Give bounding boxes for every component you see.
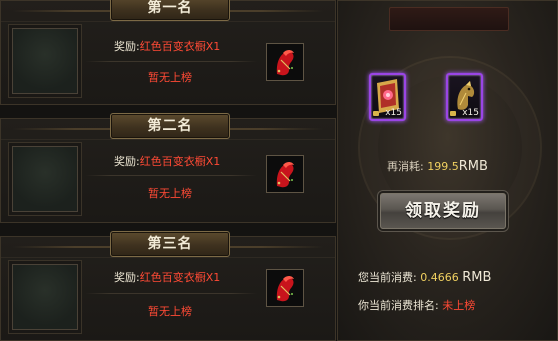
- current-spend: 您当前消费: 0.4666 RMB: [358, 269, 491, 285]
- spend-label: 再消耗:: [387, 160, 424, 173]
- rank-panel-first: 第一名 奖励:红色百变衣橱X1 暂无上榜: [0, 0, 336, 105]
- rank-title: 第二名: [110, 113, 230, 139]
- avatar-placeholder: [12, 264, 78, 330]
- spend-unit: RMB: [458, 159, 488, 174]
- item-count: x15: [385, 108, 402, 118]
- red-wardrobe-item-icon[interactable]: [266, 269, 304, 307]
- reward-line: 奖励:红色百变衣橱X1: [114, 269, 220, 285]
- lock-icon: [373, 111, 379, 116]
- rank-panel-third: 第三名 奖励:红色百变衣橱X1 暂无上榜: [0, 231, 336, 341]
- reward-label: 奖励:: [114, 155, 140, 168]
- spend-reward-panel: x15 x15 再消耗: 199.5RMB 领取奖励 您当前消费: 0.4666…: [337, 0, 558, 341]
- current-spend-value: 0.4666: [420, 271, 459, 284]
- reward-label: 奖励:: [114, 271, 140, 284]
- divider: [85, 293, 257, 294]
- ranking-list: 第一名 奖励:红色百变衣橱X1 暂无上榜 第二名 奖励:红色百变衣橱X1 暂无上…: [0, 0, 336, 341]
- reward-line: 奖励:红色百变衣橱X1: [114, 38, 220, 54]
- rank-title: 第三名: [110, 231, 230, 257]
- claim-reward-button[interactable]: 领取奖励: [380, 193, 506, 229]
- current-spend-unit: RMB: [462, 270, 492, 285]
- avatar-placeholder: [12, 146, 78, 212]
- reward-item-scroll[interactable]: x15: [369, 73, 406, 121]
- rank-status: 暂无上榜: [148, 71, 192, 84]
- lock-icon: [450, 111, 456, 116]
- current-rank-value: 未上榜: [442, 299, 476, 312]
- avatar-placeholder: [12, 28, 78, 94]
- rank-panel-second: 第二名 奖励:红色百变衣橱X1 暂无上榜: [0, 113, 336, 223]
- panel-title-plate: [389, 7, 509, 31]
- reward-value: 红色百变衣橱X1: [139, 155, 221, 168]
- current-rank: 你当前消费排名: 未上榜: [358, 297, 475, 313]
- red-wardrobe-item-icon[interactable]: [266, 43, 304, 81]
- rank-title: 第一名: [110, 0, 230, 21]
- item-count: x15: [462, 108, 479, 118]
- remaining-spend: 再消耗: 199.5RMB: [387, 158, 488, 174]
- red-wardrobe-item-icon[interactable]: [266, 155, 304, 193]
- current-spend-label: 您当前消费:: [358, 271, 417, 284]
- reward-line: 奖励:红色百变衣橱X1: [114, 153, 220, 169]
- spend-value: 199.5: [427, 160, 459, 173]
- reward-label: 奖励:: [114, 40, 140, 53]
- current-rank-label: 你当前消费排名:: [358, 299, 439, 312]
- reward-item-horse[interactable]: x15: [446, 73, 483, 121]
- reward-value: 红色百变衣橱X1: [139, 40, 221, 53]
- rank-status: 暂无上榜: [148, 187, 192, 200]
- divider: [85, 61, 257, 62]
- rank-status: 暂无上榜: [148, 305, 192, 318]
- divider: [85, 175, 257, 176]
- reward-value: 红色百变衣橱X1: [139, 271, 221, 284]
